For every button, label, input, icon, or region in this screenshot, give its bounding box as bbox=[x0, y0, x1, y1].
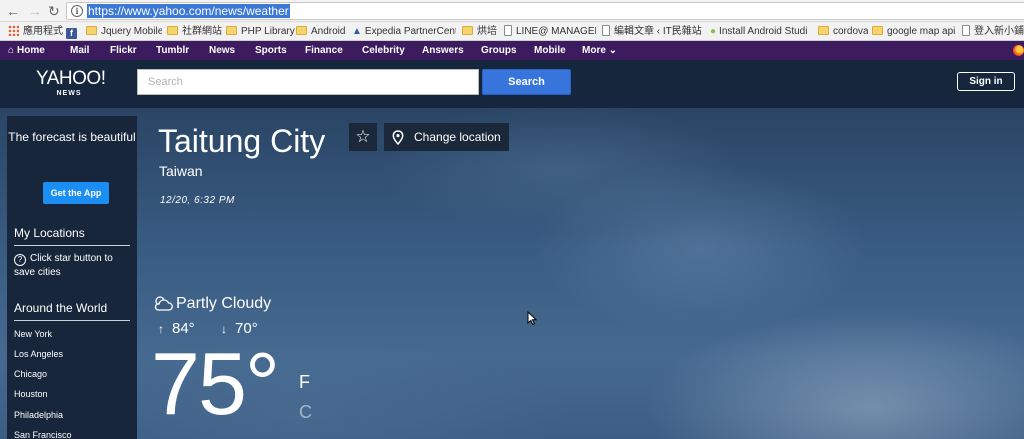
locations-sidebar: The forecast is beautiful Get the App My… bbox=[7, 116, 137, 439]
home-icon: ⌂ bbox=[8, 45, 15, 56]
nav-item-answers[interactable]: Answers bbox=[422, 41, 464, 60]
search-input[interactable] bbox=[137, 69, 479, 95]
logo-yahoo-text: YAHOO! bbox=[36, 68, 106, 89]
nav-item-mail[interactable]: Mail bbox=[70, 41, 89, 60]
bookmark-item[interactable]: 應用程式 bbox=[8, 24, 64, 39]
current-temperature: 75° bbox=[151, 334, 280, 433]
city-link-new-york[interactable]: New York bbox=[14, 328, 52, 340]
nav-item-news[interactable]: News bbox=[209, 41, 235, 60]
folder-icon bbox=[872, 26, 883, 35]
promo-text: The forecast is beautiful bbox=[8, 130, 136, 144]
change-location-button[interactable]: Change location bbox=[384, 123, 509, 151]
city-link-san-francisco[interactable]: San Francisco bbox=[14, 429, 72, 439]
nav-item-sports[interactable]: Sports bbox=[255, 41, 287, 60]
bookmark-item[interactable]: ▲ Expedia PartnerCent bbox=[352, 24, 456, 39]
star-icon: ☆ bbox=[355, 127, 371, 146]
bookmark-item[interactable]: 烘培 bbox=[462, 24, 502, 39]
yahoo-news-logo[interactable]: YAHOO! NEWS bbox=[36, 68, 106, 102]
folder-icon bbox=[167, 26, 178, 35]
url-input[interactable]: i https://www.yahoo.com/news/weather bbox=[66, 2, 1024, 20]
reload-icon[interactable]: ↻ bbox=[48, 1, 60, 21]
back-arrow-icon[interactable]: ← bbox=[6, 2, 20, 20]
page-icon bbox=[962, 25, 970, 36]
yahoo-nav-bar: ⌂ Home Mail Flickr Tumblr News Sports Fin… bbox=[0, 41, 1024, 60]
info-icon[interactable]: i bbox=[71, 5, 83, 17]
folder-icon bbox=[462, 26, 473, 35]
forward-arrow-icon[interactable]: → bbox=[28, 2, 42, 20]
nav-item-home[interactable]: ⌂ Home bbox=[8, 41, 45, 60]
bookmark-item[interactable]: 編輯文章 ‹ IT民雜站 › bbox=[602, 24, 704, 39]
search-button[interactable]: Search bbox=[482, 69, 571, 95]
page-icon bbox=[504, 25, 512, 36]
folder-icon bbox=[226, 26, 237, 35]
bookmark-item[interactable]: LINE@ MANAGER bbox=[504, 24, 596, 39]
nav-item-flickr[interactable]: Flickr bbox=[110, 41, 137, 60]
unit-fahrenheit-toggle[interactable]: F bbox=[299, 372, 310, 392]
partly-cloudy-icon bbox=[154, 296, 173, 311]
bookmark-item[interactable]: f bbox=[66, 24, 80, 39]
page-icon bbox=[602, 25, 610, 36]
city-link-chicago[interactable]: Chicago bbox=[14, 368, 47, 380]
nav-item-tumblr[interactable]: Tumblr bbox=[156, 41, 189, 60]
android-icon: ● bbox=[710, 26, 717, 37]
help-icon: ? bbox=[14, 254, 26, 266]
bookmark-item[interactable]: ● Install Android Studi bbox=[710, 24, 814, 39]
sign-in-button[interactable]: Sign in bbox=[957, 72, 1015, 91]
bookmark-item[interactable]: Jquery Mobile bbox=[86, 24, 162, 39]
city-link-philadelphia[interactable]: Philadelphia bbox=[14, 409, 63, 421]
city-title: Taitung City bbox=[158, 123, 326, 159]
firefox-icon[interactable] bbox=[1013, 45, 1024, 56]
local-datetime: 12/20, 6:32 PM bbox=[160, 195, 235, 206]
city-link-houston[interactable]: Houston bbox=[14, 388, 48, 400]
folder-icon bbox=[296, 26, 307, 35]
bookmark-item[interactable]: cordova bbox=[818, 24, 868, 39]
around-world-heading: Around the World bbox=[14, 300, 130, 321]
apps-grid-icon bbox=[8, 25, 19, 36]
nav-item-celebrity[interactable]: Celebrity bbox=[362, 41, 405, 60]
country-label: Taiwan bbox=[159, 163, 203, 179]
bookmark-item[interactable]: Android bbox=[296, 24, 348, 39]
change-location-label: Change location bbox=[414, 130, 501, 144]
star-favorite-button[interactable]: ☆ bbox=[349, 123, 377, 151]
bookmark-item[interactable]: google map api bbox=[872, 24, 958, 39]
location-pin-icon bbox=[392, 130, 404, 145]
expedia-icon: ▲ bbox=[352, 26, 362, 37]
nav-item-groups[interactable]: Groups bbox=[481, 41, 517, 60]
bookmarks-bar: 應用程式 f Jquery Mobile 社群網站 PHP Library An… bbox=[0, 22, 1024, 41]
nav-item-finance[interactable]: Finance bbox=[305, 41, 343, 60]
weather-main: The forecast is beautiful Get the App My… bbox=[0, 108, 1024, 439]
folder-icon bbox=[86, 26, 97, 35]
mouse-cursor-icon bbox=[527, 311, 537, 325]
my-locations-note: ? Click star button to save cities bbox=[14, 253, 113, 278]
nav-item-more[interactable]: More ⌄ bbox=[582, 41, 617, 60]
get-app-button[interactable]: Get the App bbox=[43, 182, 109, 204]
bookmark-item[interactable]: PHP Library bbox=[226, 24, 296, 39]
nav-item-mobile[interactable]: Mobile bbox=[534, 41, 566, 60]
yahoo-header: YAHOO! NEWS Search Sign in bbox=[0, 60, 1024, 108]
facebook-icon: f bbox=[66, 28, 77, 39]
unit-celsius-toggle[interactable]: C bbox=[299, 402, 312, 422]
logo-news-text: NEWS bbox=[56, 90, 82, 97]
my-locations-heading: My Locations bbox=[14, 225, 130, 246]
url-text: https://www.yahoo.com/news/weather bbox=[87, 4, 290, 18]
address-bar-row: ← → ↻ i https://www.yahoo.com/news/weath… bbox=[0, 0, 1024, 22]
bookmark-item[interactable]: 社群網站 bbox=[167, 24, 225, 39]
folder-icon bbox=[818, 26, 829, 35]
condition-text: Partly Cloudy bbox=[176, 295, 272, 312]
city-link-los-angeles[interactable]: Los Angeles bbox=[14, 348, 63, 360]
bookmark-item[interactable]: 登入新小鋪 bbox=[962, 24, 1024, 39]
